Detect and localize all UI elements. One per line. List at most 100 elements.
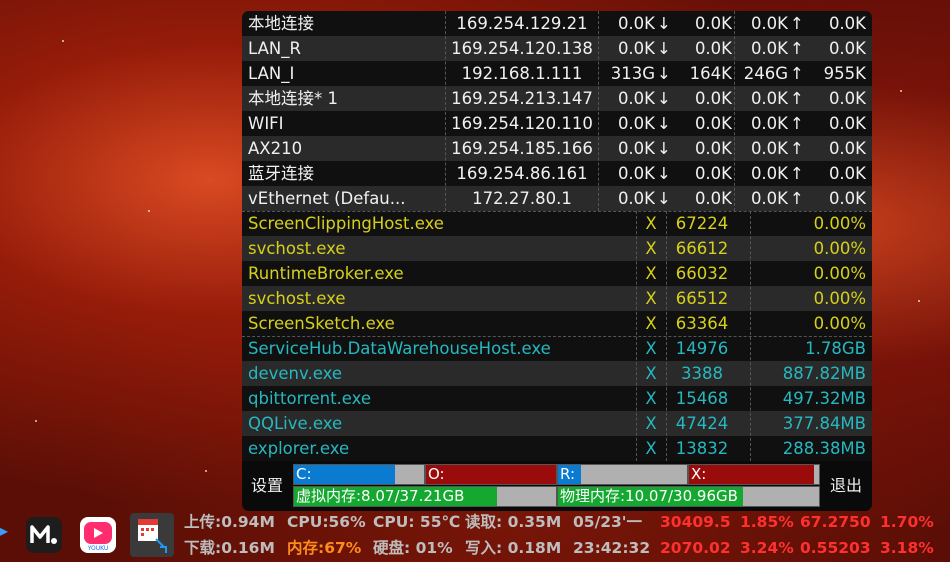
- download-speed: 0.0K: [694, 89, 732, 108]
- network-row: 本地连接169.254.129.210.0K↓:0.0K0.0K↑:0.0K: [242, 11, 872, 36]
- process-row: devenv.exe X 3388 887.82MB: [242, 361, 872, 386]
- up-arrow-icon: ↑:: [790, 14, 804, 33]
- column-separator: [598, 11, 599, 211]
- adapter-name: WIFI: [248, 114, 284, 133]
- drive-usage-bar: R:: [557, 464, 688, 485]
- up-arrow-icon: ↑:: [790, 64, 804, 83]
- market-stat-2: 1.85%: [740, 513, 794, 531]
- drive-usage-bar: X:: [688, 464, 820, 485]
- wallpaper-star: [35, 420, 37, 422]
- section-separator: [242, 336, 872, 337]
- upload-total: 0.0K: [750, 39, 788, 58]
- process-usage: 0.00%: [813, 289, 866, 308]
- adapter-name: LAN_I: [248, 64, 295, 83]
- taskbar-chevron-icon[interactable]: ▸: [0, 521, 8, 540]
- kill-process-button[interactable]: X: [638, 236, 664, 261]
- down-arrow-icon: ↓:: [657, 89, 671, 108]
- physical-memory-label: 物理内存:10.07/30.96GB: [560, 487, 738, 505]
- network-row: vEthernet (Defau...172.27.80.10.0K↓:0.0K…: [242, 186, 872, 211]
- market-stat-3: 67.2750: [800, 513, 871, 531]
- process-id: 67224: [675, 214, 729, 233]
- download-total: 0.0K: [617, 114, 655, 133]
- adapter-name: vEthernet (Defau...: [248, 189, 406, 208]
- process-name: devenv.exe: [248, 364, 342, 383]
- clock-date: 05/23'一: [573, 513, 643, 531]
- process-row: svchost.exe X 66612 0.00%: [242, 236, 872, 261]
- market-stat-6: 3.24%: [740, 539, 794, 557]
- down-arrow-icon: ↓:: [657, 39, 671, 58]
- market-stat-8: 3.18%: [880, 539, 934, 557]
- disk-usage: 硬盘: 01%: [373, 539, 453, 557]
- process-row: qbittorrent.exe X 15468 497.32MB: [242, 386, 872, 411]
- process-id: 3388: [681, 364, 723, 383]
- ip-address: 192.168.1.111: [461, 64, 583, 83]
- wallpaper-star: [62, 40, 64, 42]
- kill-process-button[interactable]: X: [638, 386, 664, 411]
- wallpaper-star: [900, 90, 902, 92]
- down-arrow-icon: ↓:: [657, 114, 671, 133]
- download-total: 313G: [610, 64, 655, 83]
- process-id: 66032: [675, 264, 729, 283]
- kill-process-button[interactable]: X: [638, 361, 664, 386]
- process-name: QQLive.exe: [248, 414, 343, 433]
- down-arrow-icon: ↓:: [657, 14, 671, 33]
- network-row: LAN_R169.254.120.1380.0K↓:0.0K0.0K↑:0.0K: [242, 36, 872, 61]
- panel-footer: 设置 退出 C: O: R: X: 虚拟内存:8.07/37.21GB 物理内存:10…: [242, 461, 872, 511]
- down-arrow-icon: ↓:: [657, 164, 671, 183]
- process-id: 15468: [675, 389, 729, 408]
- cpu-usage: CPU:56%: [287, 513, 366, 531]
- kill-process-button[interactable]: X: [638, 286, 664, 311]
- process-name: explorer.exe: [248, 439, 350, 458]
- process-row: explorer.exe X 13832 288.38MB: [242, 436, 872, 461]
- virtual-memory-label: 虚拟内存:8.07/37.21GB: [296, 487, 465, 505]
- upload-speed: 0.0K: [828, 114, 866, 133]
- adapter-name: 本地连接* 1: [248, 89, 338, 108]
- upload-total: 0.0K: [750, 164, 788, 183]
- process-name: ScreenClippingHost.exe: [248, 214, 444, 233]
- process-row: svchost.exe X 66512 0.00%: [242, 286, 872, 311]
- upload-speed: 0.0K: [828, 39, 866, 58]
- svg-text:YOUKU: YOUKU: [87, 545, 109, 552]
- mango-tv-icon[interactable]: [26, 517, 62, 553]
- upload-speed: 0.0K: [828, 189, 866, 208]
- download-total: 0.0K: [617, 139, 655, 158]
- upload-speed: 0.0K: [828, 164, 866, 183]
- drive-label: O:: [428, 465, 445, 483]
- kill-process-button[interactable]: X: [638, 336, 664, 361]
- download-speed: 0.0K: [694, 189, 732, 208]
- process-usage: 0.00%: [813, 214, 866, 233]
- kill-process-button[interactable]: X: [638, 261, 664, 286]
- process-id: 66612: [675, 239, 729, 258]
- process-name: RuntimeBroker.exe: [248, 264, 404, 283]
- memory-usage: 内存:67%: [287, 539, 362, 557]
- section-separator: [242, 211, 872, 212]
- kill-process-button[interactable]: X: [638, 411, 664, 436]
- process-usage: 0.00%: [813, 239, 866, 258]
- drive-label: X:: [691, 465, 707, 483]
- ip-address: 169.254.86.161: [456, 164, 588, 183]
- kill-process-button[interactable]: X: [638, 211, 664, 236]
- adapter-name: LAN_R: [248, 39, 301, 58]
- exit-button[interactable]: 退出: [820, 461, 872, 511]
- upload-total: 246G: [743, 64, 788, 83]
- download-speed: 0.0K: [694, 39, 732, 58]
- network-row: AX210169.254.185.1660.0K↓:0.0K0.0K↑:0.0K: [242, 136, 872, 161]
- drive-usage-bar: C:: [293, 464, 425, 485]
- network-row: WIFI169.254.120.1100.0K↓:0.0K0.0K↑:0.0K: [242, 111, 872, 136]
- kill-process-button[interactable]: X: [638, 436, 664, 461]
- physical-memory-bar: 物理内存:10.07/30.96GB: [557, 486, 820, 507]
- up-arrow-icon: ↑:: [790, 39, 804, 58]
- market-stat-1: 30409.5: [660, 513, 731, 531]
- upload-speed: 955K: [823, 64, 866, 83]
- settings-button[interactable]: 设置: [242, 461, 292, 511]
- youku-icon[interactable]: YOUKU: [80, 517, 116, 553]
- ip-address: 172.27.80.1: [472, 189, 572, 208]
- process-usage: 497.32MB: [782, 389, 866, 408]
- wallpaper-star: [148, 210, 150, 212]
- calendar-network-icon[interactable]: [130, 513, 174, 557]
- download-speed: 164K: [689, 64, 732, 83]
- ip-address: 169.254.213.147: [451, 89, 593, 108]
- kill-process-button[interactable]: X: [638, 311, 664, 336]
- up-arrow-icon: ↑:: [790, 189, 804, 208]
- ip-address: 169.254.129.21: [456, 14, 588, 33]
